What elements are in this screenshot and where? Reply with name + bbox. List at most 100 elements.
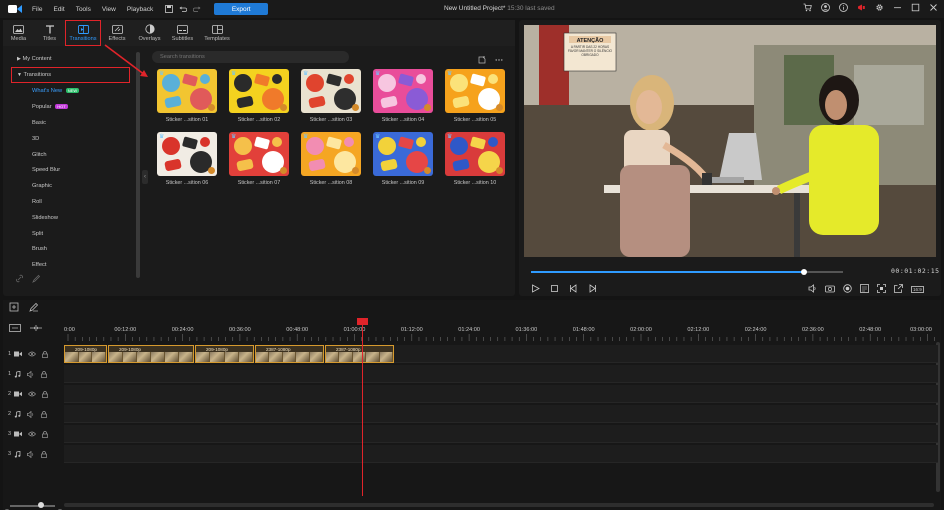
play-icon[interactable] [531, 280, 540, 298]
sidebar-item-popular[interactable]: Popular HOT [32, 104, 68, 110]
transition-thumbnail[interactable]: ♛ [373, 69, 433, 113]
close-icon[interactable] [929, 3, 938, 14]
transition-tile[interactable]: ♛ Sticker ...sition 10 [445, 132, 505, 189]
search-input[interactable] [152, 51, 349, 63]
zoom-in-icon[interactable] [57, 502, 63, 510]
download-icon[interactable] [352, 167, 359, 174]
transition-thumbnail[interactable]: ♛ [301, 69, 361, 113]
mute-icon[interactable] [27, 370, 35, 378]
transition-tile[interactable]: ♛ Sticker ...sition 06 [157, 132, 217, 189]
sidebar-item-whats-new[interactable]: What's New NEW [32, 88, 80, 94]
menu-edit[interactable]: Edit [53, 6, 64, 13]
collapse-sidebar-icon[interactable]: ‹ [142, 170, 148, 184]
pen-icon[interactable] [29, 299, 39, 317]
download-icon[interactable] [352, 104, 359, 111]
menu-file[interactable]: File [32, 6, 42, 13]
sidebar-item-my-content[interactable]: ▶ My Content [17, 56, 52, 62]
tab-templates[interactable]: Templates [199, 20, 235, 46]
video-clip[interactable]: 209-1080p [108, 345, 194, 363]
sidebar-item-graphic[interactable]: Graphic [32, 183, 52, 189]
video-preview[interactable]: ATENÇÃO A PARTIR DAS 22 HORAS FAVOR MANT… [524, 25, 936, 257]
transition-thumbnail[interactable]: ♛ [445, 132, 505, 176]
transition-tile[interactable]: ♛ Sticker ...sition 01 [157, 69, 217, 126]
aspect-ratio-badge[interactable]: 16:9 [911, 285, 924, 293]
download-icon[interactable] [424, 167, 431, 174]
export-button[interactable]: Export [214, 3, 269, 15]
download-icon[interactable] [280, 167, 287, 174]
download-icon[interactable] [496, 167, 503, 174]
lock-icon[interactable] [41, 450, 47, 458]
sidebar-item-brush[interactable]: Brush [32, 246, 47, 252]
fit-view-icon[interactable] [877, 280, 886, 298]
transition-thumbnail[interactable]: ♛ [301, 132, 361, 176]
transition-tile[interactable]: ♛ Sticker ...sition 05 [445, 69, 505, 126]
stop-icon[interactable] [550, 280, 559, 298]
download-icon[interactable] [208, 167, 215, 174]
transition-tile[interactable]: ♛ Sticker ...sition 02 [229, 69, 289, 126]
playhead-handle[interactable] [357, 318, 368, 325]
cart-icon[interactable] [803, 3, 812, 14]
track-lane[interactable] [64, 425, 938, 443]
visibility-icon[interactable] [28, 351, 36, 357]
sidebar-scrollbar[interactable] [136, 52, 140, 278]
sidebar-item-slideshow[interactable]: Slideshow [32, 215, 58, 221]
transition-thumbnail[interactable]: ♛ [157, 132, 217, 176]
zoom-out-icon[interactable] [4, 502, 10, 510]
download-icon[interactable] [208, 104, 215, 111]
download-icon[interactable] [496, 104, 503, 111]
transition-thumbnail[interactable]: ♛ [373, 132, 433, 176]
settings-icon[interactable] [875, 3, 884, 14]
fit-timeline-icon[interactable] [29, 319, 43, 337]
track-lane[interactable] [64, 445, 938, 463]
video-clip[interactable]: 209-1080p [195, 345, 254, 363]
sidebar-item-roll[interactable]: Roll [32, 199, 42, 205]
mute-icon[interactable] [27, 450, 35, 458]
tab-overlays[interactable]: Overlays [133, 20, 166, 46]
transition-tile[interactable]: ♛ Sticker ...sition 03 [301, 69, 361, 126]
transition-thumbnail[interactable]: ♛ [229, 132, 289, 176]
more-options-icon[interactable] [495, 51, 503, 69]
tab-titles[interactable]: Titles [34, 20, 65, 46]
record-icon[interactable] [843, 280, 852, 298]
tab-transitions[interactable]: Transitions [65, 20, 101, 46]
snapshot-icon[interactable] [825, 280, 835, 298]
video-clip[interactable]: 2387-1080p [255, 345, 324, 363]
menu-view[interactable]: View [102, 6, 116, 13]
visibility-icon[interactable] [28, 431, 36, 437]
transition-tile[interactable]: ♛ Sticker ...sition 04 [373, 69, 433, 126]
timeline-ruler[interactable]: 0:00 00:12:00 00:24:00 00:36:00 00:48:00 01:0… [64, 318, 939, 342]
transition-tile[interactable]: ♛ Sticker ...sition 09 [373, 132, 433, 189]
undo-icon[interactable] [178, 4, 188, 14]
lock-icon[interactable] [42, 390, 48, 398]
zoom-slider-knob[interactable] [38, 502, 44, 508]
lock-icon[interactable] [41, 370, 47, 378]
zoom-slider[interactable] [10, 505, 55, 507]
transition-tile[interactable]: ♛ Sticker ...sition 08 [301, 132, 361, 189]
transition-thumbnail[interactable]: ♛ [229, 69, 289, 113]
tools-icon[interactable] [9, 299, 19, 317]
visibility-icon[interactable] [28, 391, 36, 397]
lock-icon[interactable] [41, 410, 47, 418]
lock-icon[interactable] [42, 430, 48, 438]
sidebar-item-split[interactable]: Split [32, 231, 43, 237]
undock-icon[interactable] [894, 280, 903, 298]
menu-playback[interactable]: Playback [127, 6, 153, 13]
sidebar-item-glitch[interactable]: Glitch [32, 152, 47, 158]
mute-icon[interactable] [27, 410, 35, 418]
video-clip[interactable]: 2387-1080p [325, 345, 394, 363]
timeline-horizontal-scrollbar[interactable] [64, 503, 934, 507]
transition-tile[interactable]: ♛ Sticker ...sition 07 [229, 132, 289, 189]
redo-icon[interactable] [192, 4, 202, 14]
progress-knob[interactable] [801, 269, 807, 275]
tab-subtitles[interactable]: Subtitles [166, 20, 199, 46]
track-lane[interactable] [64, 365, 938, 383]
track-lane[interactable] [64, 405, 938, 423]
notification-icon[interactable] [857, 3, 866, 14]
volume-icon[interactable] [808, 280, 817, 298]
sidebar-item-3d[interactable]: 3D [32, 136, 39, 142]
download-icon[interactable] [280, 104, 287, 111]
video-clip[interactable]: 209-1080p [64, 345, 107, 363]
save-icon[interactable] [164, 4, 174, 14]
subtitle-toggle-icon[interactable] [860, 280, 869, 298]
draw-icon[interactable] [32, 270, 41, 288]
